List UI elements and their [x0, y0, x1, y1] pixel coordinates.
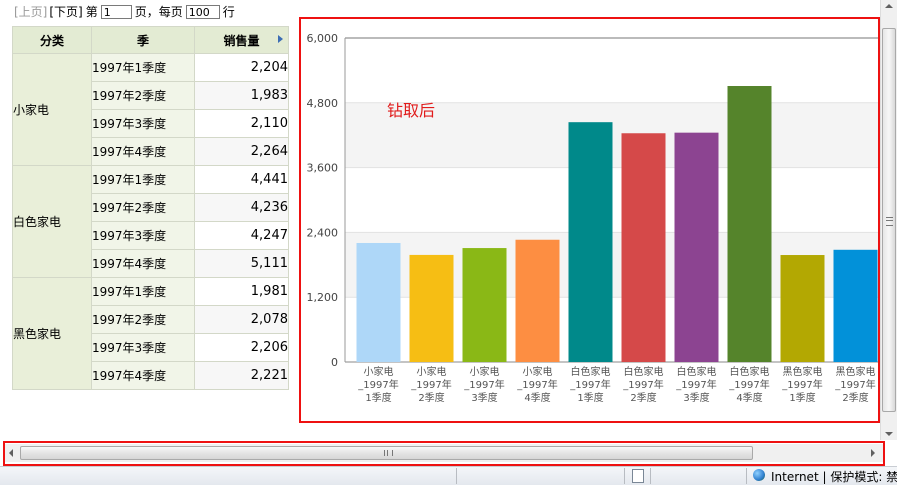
quarter-cell: 1997年3季度 — [91, 333, 195, 362]
sales-cell: 4,441 — [194, 165, 289, 194]
internet-zone-globe-icon — [753, 469, 765, 481]
category-cell: 小家电 — [12, 53, 92, 166]
table-row: 黑色家电 1997年1季度 1,981 — [12, 277, 289, 390]
scroll-down-arrow-icon[interactable] — [885, 432, 893, 436]
grip-icon — [886, 217, 893, 226]
sales-cell: 5,111 — [194, 249, 289, 278]
table-header-row: 分类 季 销售量 — [12, 26, 289, 54]
status-divider — [746, 468, 747, 484]
vertical-scrollbar[interactable] — [880, 0, 897, 440]
page-suffix-label: 页，每页 — [134, 4, 183, 19]
security-zone-text[interactable]: Internet | 保护模式: 禁用 — [771, 468, 897, 485]
sort-arrow-icon[interactable] — [278, 35, 283, 43]
header-sales[interactable]: 销售量 — [194, 26, 289, 54]
table-row: 白色家电 1997年1季度 4,441 — [12, 165, 289, 278]
header-quarter[interactable]: 季 — [91, 26, 195, 54]
quarter-cell: 1997年1季度 — [91, 53, 195, 82]
quarter-cell: 1997年1季度 — [91, 165, 195, 194]
scrollbar-highlight-box — [3, 441, 885, 466]
category-cell: 白色家电 — [12, 165, 92, 278]
chart-highlight-box — [299, 17, 880, 423]
rows-suffix-label: 行 — [222, 4, 235, 19]
prev-page-link: [上页] — [14, 4, 48, 19]
category-cell: 黑色家电 — [12, 277, 92, 390]
quarter-cell: 1997年2季度 — [91, 193, 195, 222]
sales-cell: 2,078 — [194, 305, 289, 334]
status-divider — [624, 468, 625, 484]
sales-cell: 2,206 — [194, 333, 289, 362]
page-icon — [632, 469, 644, 483]
quarter-cell: 1997年4季度 — [91, 137, 195, 166]
sales-cell: 1,981 — [194, 277, 289, 306]
sales-cell: 2,221 — [194, 361, 289, 390]
quarter-cell: 1997年2季度 — [91, 305, 195, 334]
page-number-input[interactable]: 1 — [100, 5, 132, 19]
sales-cell: 2,110 — [194, 109, 289, 138]
quarter-cell: 1997年3季度 — [91, 221, 195, 250]
header-category[interactable]: 分类 — [12, 26, 92, 54]
page-prefix-label: 第 — [85, 4, 98, 19]
pager: [上页] [下页] 第 1 页，每页 100 行 — [14, 2, 238, 20]
quarter-cell: 1997年4季度 — [91, 249, 195, 278]
quarter-cell: 1997年3季度 — [91, 109, 195, 138]
sales-cell: 4,236 — [194, 193, 289, 222]
quarter-cell: 1997年4季度 — [91, 361, 195, 390]
status-divider — [456, 468, 457, 484]
sales-table: 分类 季 销售量 小家电 1997年1季度 2,204 1997年2季度 1,9… — [12, 26, 289, 390]
rows-per-page-input[interactable]: 100 — [185, 5, 220, 19]
sales-cell: 1,983 — [194, 81, 289, 110]
quarter-cell: 1997年1季度 — [91, 277, 195, 306]
vertical-scroll-thumb[interactable] — [882, 28, 896, 412]
status-bar: Internet | 保护模式: 禁用 — [0, 466, 897, 485]
table-row: 小家电 1997年1季度 2,204 — [12, 53, 289, 166]
sales-cell: 4,247 — [194, 221, 289, 250]
sales-cell: 2,264 — [194, 137, 289, 166]
quarter-cell: 1997年2季度 — [91, 81, 195, 110]
status-divider — [650, 468, 651, 484]
scroll-up-arrow-icon[interactable] — [885, 4, 893, 8]
sales-cell: 2,204 — [194, 53, 289, 82]
header-sales-label: 销售量 — [223, 33, 260, 48]
next-page-link[interactable]: [下页] — [49, 3, 82, 20]
